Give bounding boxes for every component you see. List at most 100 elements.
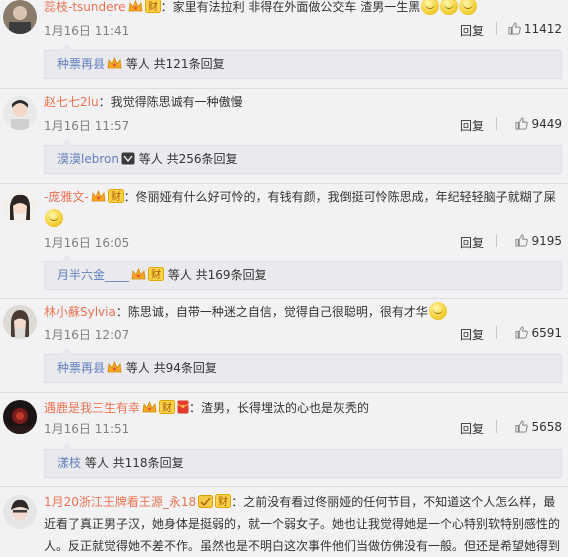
divider [0, 392, 568, 393]
timestamp: 1月16日 11:51 [44, 422, 130, 436]
svg-text:财: 财 [218, 495, 228, 508]
username[interactable]: 1月20浙江王牌看王源_永18 [44, 495, 196, 509]
reply-button[interactable]: 回复 [460, 234, 484, 251]
divider [496, 420, 497, 433]
emoji-icon [45, 209, 63, 227]
avatar[interactable] [3, 495, 37, 529]
divider [496, 117, 497, 130]
reply-username[interactable]: 月半六金____ [57, 268, 129, 282]
pointer-arrow [61, 443, 73, 450]
reply-summary[interactable]: 种票再县 等人 共121条回复 [44, 44, 562, 79]
crown-badge-icon [107, 57, 122, 70]
thumbs-up-icon [508, 22, 521, 35]
svg-text:财: 财 [162, 401, 172, 414]
divider [0, 298, 568, 299]
avatar[interactable] [3, 96, 37, 130]
comment-text: ：陈思诚，自带一种迷之自信，觉得自己很聪明，很有才华 [115, 305, 428, 319]
timestamp: 1月16日 11:41 [44, 24, 130, 38]
comment-meta: 1月16日 12:07 回复 6591 [44, 326, 562, 342]
divider [496, 326, 497, 339]
crown-badge-icon [128, 0, 143, 13]
comment-text: ：我觉得陈思诚有一种傲慢 [98, 95, 243, 109]
timestamp: 1月16日 11:57 [44, 119, 130, 133]
comment-body: 蕊枝-tsundere 财：家里有法拉利 非得在外面做公交车 渣男一生黑 [44, 0, 562, 18]
reply-summary[interactable]: 漾枝 等人 共118条回复 [44, 443, 562, 478]
reply-button[interactable]: 回复 [460, 326, 484, 343]
reply-username[interactable]: 漠漠lebron [57, 152, 119, 166]
reply-summary[interactable]: 漠漠lebron 等人 共256条回复 [44, 139, 562, 174]
comment-body: 赵七七2lu：我觉得陈思诚有一种傲慢 [44, 91, 562, 113]
reply-username[interactable]: 漾枝 [57, 456, 81, 470]
comment-body: 林小蘇Sylvia：陈思诚，自带一种迷之自信，觉得自己很聪明，很有才华 [44, 301, 562, 323]
crown-badge-icon [142, 401, 157, 414]
reply-button[interactable]: 回复 [460, 117, 484, 134]
like-count: 6591 [531, 326, 562, 340]
comment-meta: 1月16日 11:57 回复 9449 [44, 117, 562, 133]
avatar[interactable] [3, 0, 37, 34]
comment-text: ：家里有法拉利 非得在外面做公交车 渣男一生黑 [160, 0, 421, 14]
like-count: 9449 [531, 117, 562, 131]
comment-text: ：渣男，长得埋汰的心也是灰秃的 [189, 401, 370, 415]
emoji-icon [421, 0, 440, 15]
svg-text:财: 财 [111, 190, 121, 203]
reply-button[interactable]: 回复 [460, 420, 484, 437]
red-envelope-icon [177, 400, 189, 414]
username[interactable]: 遇鹿是我三生有幸 [44, 401, 140, 415]
crown-badge-icon [107, 361, 122, 374]
pointer-arrow [61, 348, 73, 355]
crown-badge-icon [131, 268, 146, 281]
reply-summary[interactable]: 种票再县 等人 共94条回复 [44, 348, 562, 383]
reply-count-text[interactable]: 等人 共94条回复 [126, 361, 217, 375]
thumbs-up-icon [515, 234, 529, 247]
fan-badge-icon: 财 [144, 0, 161, 13]
comment-body: 1月20浙江王牌看王源_永18 财：之前没有看过佟丽娅的任何节目，不知道这个人怎么… [44, 491, 562, 557]
username[interactable]: 蕊枝-tsundere [44, 0, 126, 14]
svg-text:财: 财 [151, 268, 161, 281]
comment-body: 遇鹿是我三生有幸 财 ：渣男，长得埋汰的心也是灰秃的 [44, 397, 562, 419]
reply-count-text[interactable]: 等人 共118条回复 [85, 456, 184, 470]
emoji-icon [428, 302, 447, 320]
comment-body: -庞雅文- 财：佟丽娅有什么好可怜的，有钱有颜，我倒挺可怜陈思成，年纪轻轻脑子就糊… [44, 186, 562, 230]
thumbs-up-icon [515, 117, 529, 130]
like-button[interactable]: 9449 [515, 117, 562, 131]
reply-username[interactable]: 种票再县 [57, 361, 105, 375]
like-button[interactable]: 11412 [508, 22, 562, 36]
comment-text: ：佟丽娅有什么好可怜的，有钱有颜，我倒挺可怜陈思成，年纪轻轻脑子就糊了屎 [123, 190, 556, 204]
fan-badge-icon: 财 [215, 494, 232, 508]
divider [0, 88, 568, 89]
reply-username[interactable]: 种票再县 [57, 57, 105, 71]
timestamp: 1月16日 16:05 [44, 236, 130, 250]
reply-count-text[interactable]: 等人 共169条回复 [168, 268, 267, 282]
crown-badge-icon [91, 190, 106, 203]
like-count: 5658 [531, 420, 562, 434]
emoji-icon [459, 0, 478, 15]
reply-count-text[interactable]: 等人 共121条回复 [126, 57, 225, 71]
svg-text:财: 财 [148, 0, 158, 13]
like-button[interactable]: 6591 [515, 326, 562, 340]
reply-summary[interactable]: 月半六金____ 财 等人 共169条回复 [44, 255, 562, 290]
thumbs-up-icon [515, 326, 529, 339]
divider [496, 22, 497, 35]
pointer-arrow [61, 255, 73, 262]
divider [496, 234, 497, 247]
avatar[interactable] [3, 305, 37, 339]
fan-badge-icon: 财 [159, 400, 176, 414]
username[interactable]: 赵七七2lu [44, 95, 99, 109]
avatar[interactable] [3, 400, 37, 434]
level-badge-icon [198, 495, 214, 508]
comment-meta: 1月16日 16:05 回复 9195 [44, 234, 562, 250]
fan-badge-icon: 财 [107, 189, 124, 203]
reply-button[interactable]: 回复 [460, 22, 484, 39]
like-count: 11412 [523, 22, 562, 36]
like-button[interactable]: 5658 [515, 420, 562, 434]
like-button[interactable]: 9195 [515, 234, 562, 248]
avatar[interactable] [3, 190, 37, 224]
vip-badge-icon [121, 152, 135, 165]
timestamp: 1月16日 12:07 [44, 328, 130, 342]
username[interactable]: -庞雅文- [44, 190, 89, 204]
comment-meta: 1月16日 11:51 回复 5658 [44, 420, 562, 436]
comment-meta: 1月16日 11:41 回复 11412 [44, 22, 562, 38]
thumbs-up-icon [515, 420, 529, 433]
reply-count-text[interactable]: 等人 共256条回复 [139, 152, 238, 166]
username[interactable]: 林小蘇Sylvia [44, 305, 116, 319]
